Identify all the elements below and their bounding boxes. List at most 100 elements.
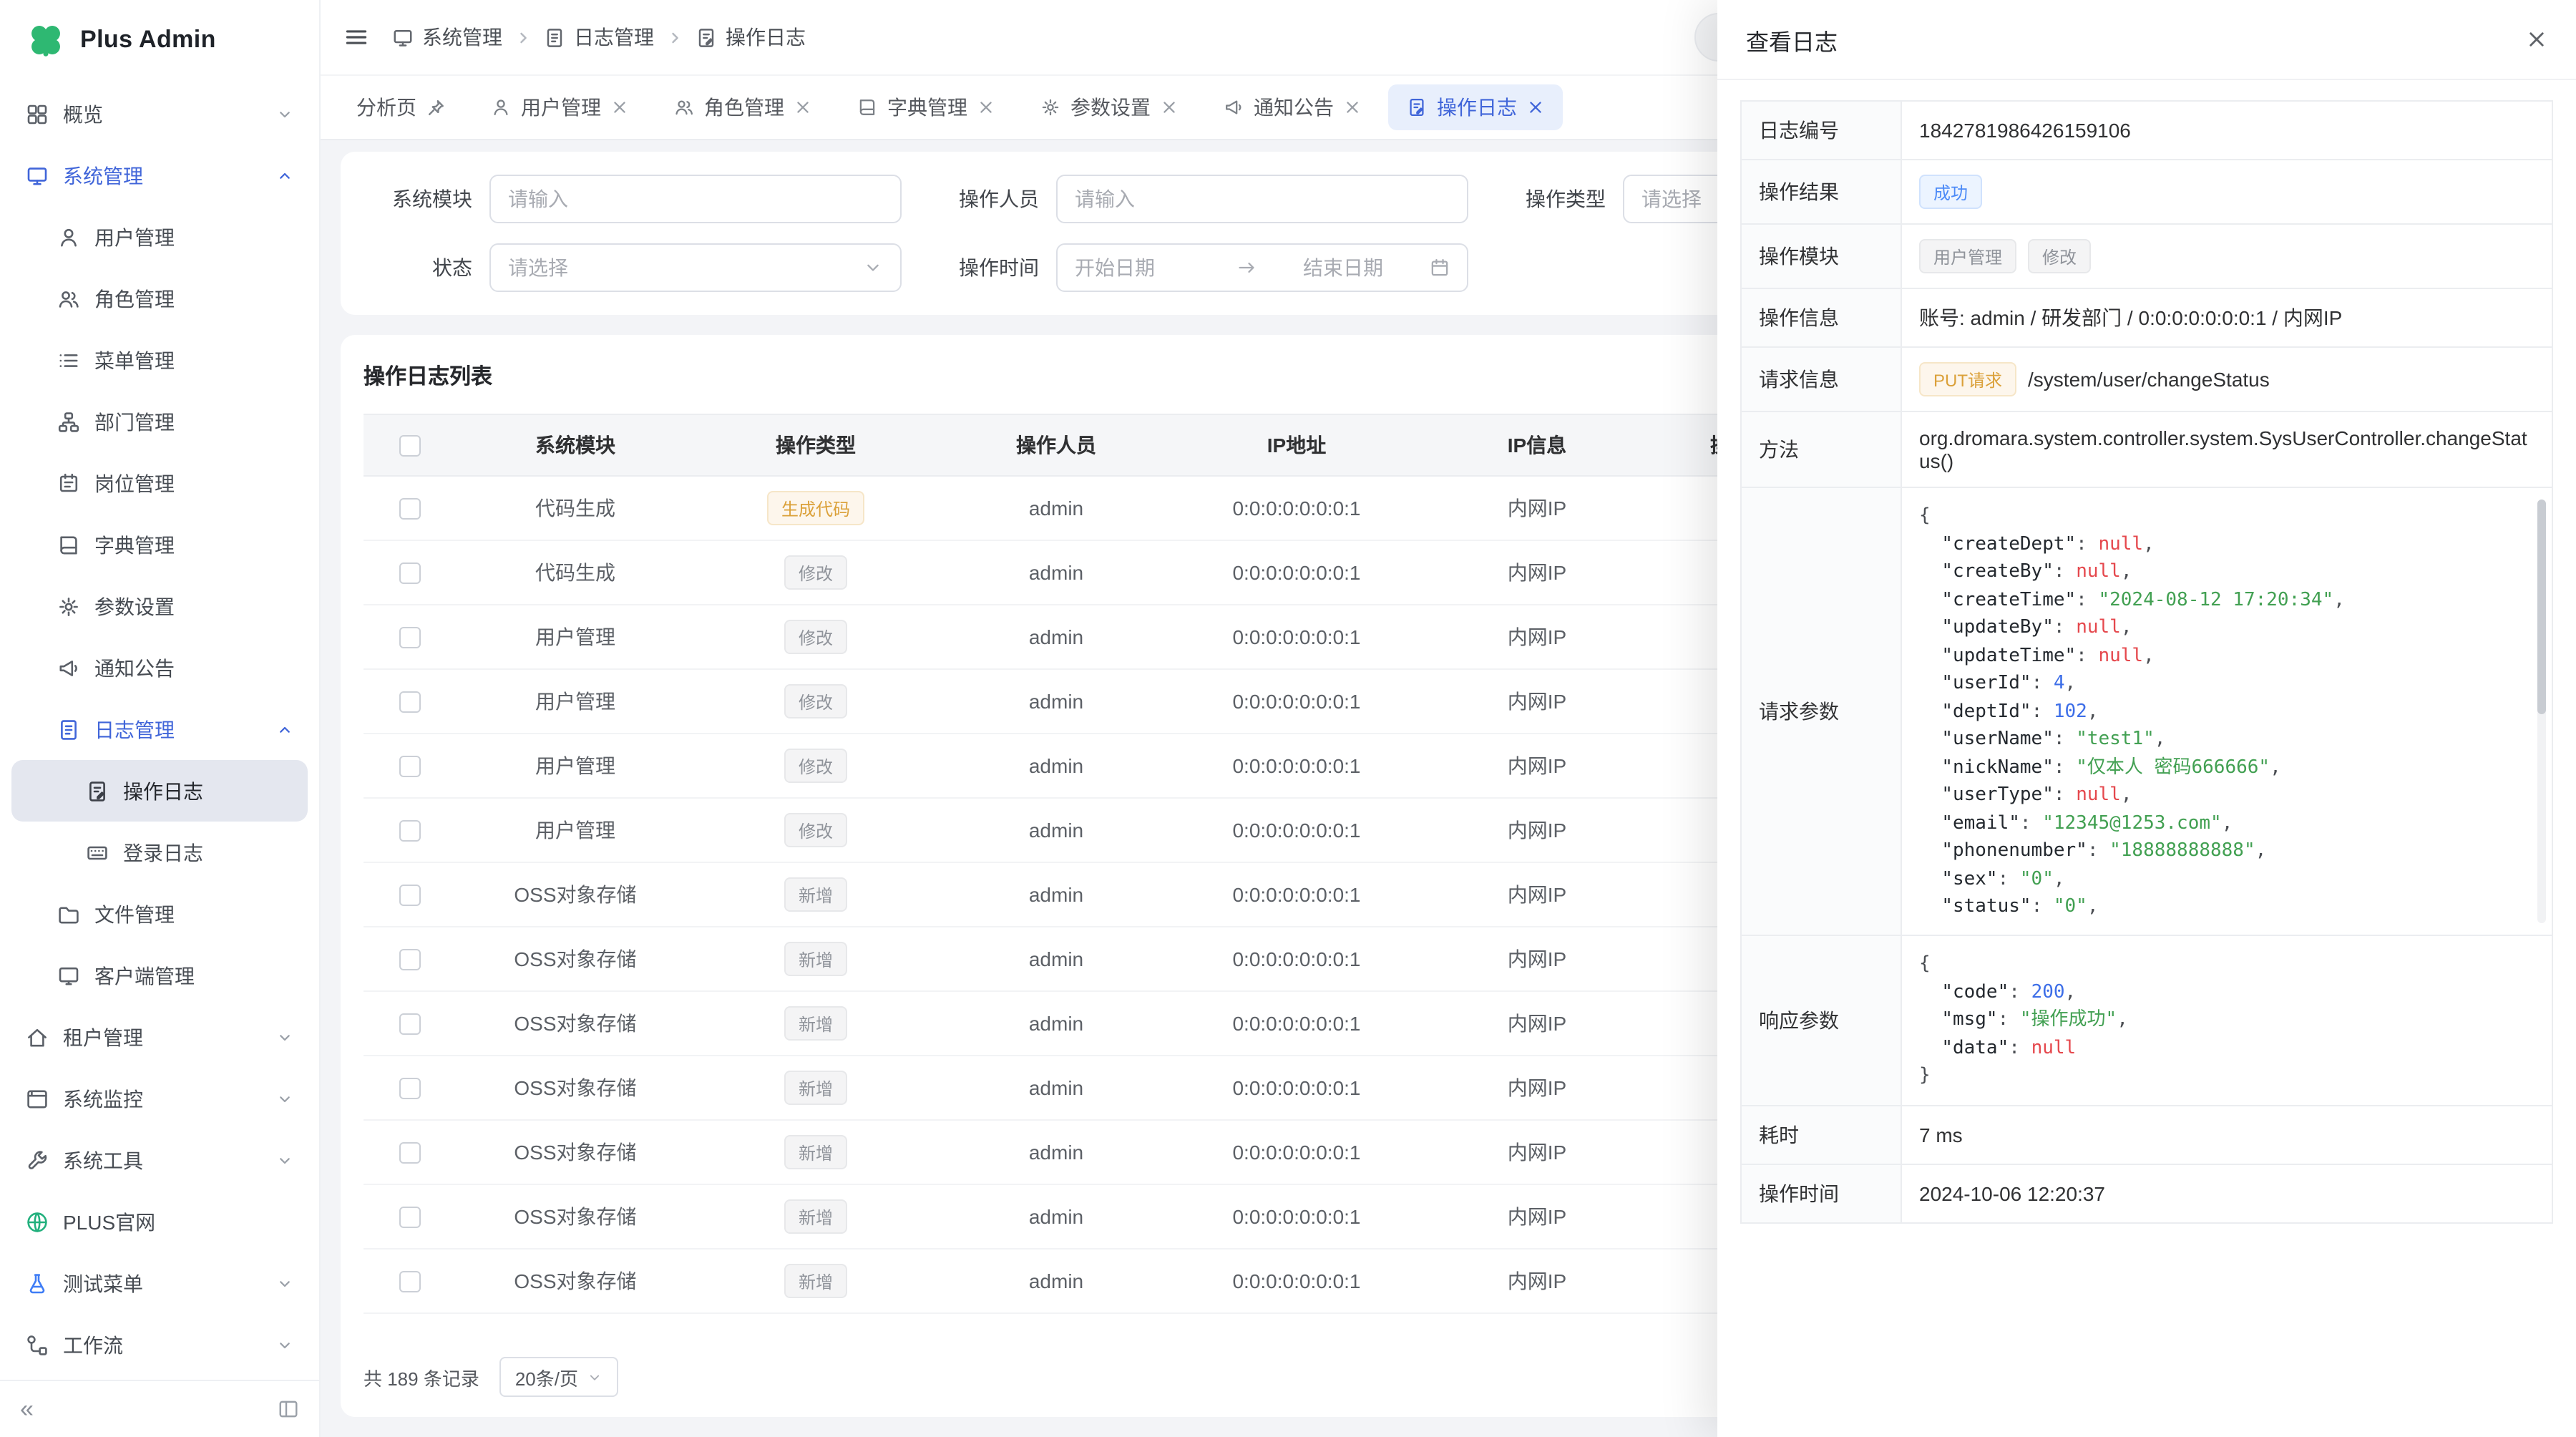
select-placeholder: 请选择 — [508, 253, 852, 282]
sidebar-item-login-log[interactable]: 登录日志 — [11, 822, 308, 883]
response-params-code-block[interactable]: { "code": 200, "msg": "操作成功", "data": nu… — [1919, 950, 2534, 1090]
doc-icon — [57, 718, 80, 741]
close-drawer-button[interactable] — [2526, 29, 2547, 50]
doc-edit-icon — [1407, 97, 1427, 117]
sidebar-item-notice[interactable]: 通知公告 — [11, 637, 308, 698]
operator-input-field[interactable] — [1075, 187, 1450, 210]
row-checkbox-cell — [364, 477, 455, 540]
collapse-sidebar-button[interactable]: « — [20, 1397, 34, 1421]
cell-operator: admin — [936, 605, 1176, 668]
sidebar-item-label: 测试菜单 — [63, 1269, 143, 1297]
close-tab-icon[interactable] — [1161, 99, 1178, 116]
row-checkbox[interactable] — [399, 1270, 420, 1292]
status-select[interactable]: 请选择 — [489, 243, 902, 292]
sidebar-item-operation-log[interactable]: 操作日志 — [11, 760, 308, 822]
cell-module: 用户管理 — [455, 799, 696, 862]
row-checkbox-cell — [364, 799, 455, 862]
sidebar-item-dept-mgmt[interactable]: 部门管理 — [11, 391, 308, 452]
drawer-body: 日志编号1842781986426159106操作结果成功操作模块用户管理修改操… — [1717, 80, 2576, 1243]
select-all-checkbox[interactable] — [399, 434, 420, 456]
cell-action: 新增 — [696, 1056, 936, 1119]
row-checkbox-cell — [364, 927, 455, 990]
detail-row-response-params: 响应参数{ "code": 200, "msg": "操作成功", "data"… — [1742, 936, 2552, 1106]
tab-user-mgmt[interactable]: 用户管理 — [472, 84, 647, 130]
sidebar-item-tenant-mgmt[interactable]: 租户管理 — [11, 1006, 308, 1068]
sidebar-item-client-mgmt[interactable]: 客户端管理 — [11, 945, 308, 1006]
operation-time-range-picker[interactable]: 开始日期结束日期 — [1056, 243, 1468, 292]
close-tab-icon[interactable] — [1344, 99, 1361, 116]
cell-action: 新增 — [696, 863, 936, 926]
app-logo[interactable]: Plus Admin — [0, 0, 319, 80]
cell-module: OSS对象存储 — [455, 863, 696, 926]
scrollbar-thumb[interactable] — [2537, 500, 2546, 714]
row-checkbox[interactable] — [399, 1013, 420, 1034]
pin-icon[interactable] — [426, 98, 445, 117]
breadcrumb-item-operation-log[interactable]: 操作日志 — [696, 23, 806, 52]
sidebar-item-plus-website[interactable]: PLUS官网 — [11, 1191, 308, 1252]
action-badge: 新增 — [784, 942, 847, 976]
sidebar-item-dict-mgmt[interactable]: 字典管理 — [11, 514, 308, 575]
detail-row-info: 操作信息账号: admin / 研发部门 / 0:0:0:0:0:0:0:1 /… — [1742, 289, 2552, 348]
row-checkbox[interactable] — [399, 626, 420, 648]
tab-param-settings[interactable]: 参数设置 — [1022, 84, 1196, 130]
sidebar-item-user-mgmt[interactable]: 用户管理 — [11, 206, 308, 268]
sidebar-item-role-mgmt[interactable]: 角色管理 — [11, 268, 308, 329]
cell-ip: 0:0:0:0:0:0:0:1 — [1176, 1121, 1417, 1184]
row-checkbox[interactable] — [399, 691, 420, 712]
detail-row-module: 操作模块用户管理修改 — [1742, 225, 2552, 289]
action-badge: 修改 — [784, 620, 847, 654]
detail-label-module: 操作模块 — [1742, 225, 1902, 288]
row-checkbox[interactable] — [399, 755, 420, 776]
sidebar-item-test-menu[interactable]: 测试菜单 — [11, 1252, 308, 1314]
sidebar-item-label: 通知公告 — [94, 653, 175, 682]
breadcrumb-item-system-mgmt[interactable]: 系统管理 — [392, 23, 502, 52]
range-start-placeholder: 开始日期 — [1075, 253, 1225, 282]
row-checkbox[interactable] — [399, 562, 420, 583]
cell-action: 修改 — [696, 734, 936, 797]
sidebar-item-label: 部门管理 — [94, 407, 175, 436]
close-tab-icon[interactable] — [977, 99, 995, 116]
sidebar-item-system-tools[interactable]: 系统工具 — [11, 1129, 308, 1191]
tab-role-mgmt[interactable]: 角色管理 — [655, 84, 830, 130]
row-checkbox[interactable] — [399, 1141, 420, 1163]
row-checkbox[interactable] — [399, 819, 420, 841]
sidebar-item-system-mgmt[interactable]: 系统管理 — [11, 145, 308, 206]
breadcrumb-item-log-mgmt[interactable]: 日志管理 — [544, 23, 654, 52]
sidebar-item-overview[interactable]: 概览 — [11, 83, 308, 145]
row-checkbox[interactable] — [399, 1206, 420, 1227]
system-module-input-field[interactable] — [508, 187, 883, 210]
hamburger-menu-button[interactable] — [343, 24, 369, 50]
request-params-code-block[interactable]: { "createDept": null, "createBy": null, … — [1919, 502, 2534, 920]
pin-panel-icon[interactable] — [278, 1398, 299, 1420]
tab-dict-mgmt[interactable]: 字典管理 — [839, 84, 1013, 130]
display-icon — [26, 1087, 49, 1110]
close-tab-icon[interactable] — [1527, 99, 1544, 116]
sidebar-item-workflow[interactable]: 工作流 — [11, 1314, 308, 1375]
sidebar-item-menu-mgmt[interactable]: 菜单管理 — [11, 329, 308, 391]
row-checkbox[interactable] — [399, 948, 420, 970]
chevron-right-icon — [515, 29, 531, 45]
tab-analysis[interactable]: 分析页 — [338, 84, 464, 130]
close-tab-icon[interactable] — [611, 99, 628, 116]
code-scrollbar[interactable] — [2537, 500, 2546, 923]
row-checkbox[interactable] — [399, 1077, 420, 1099]
cell-ip: 0:0:0:0:0:0:0:1 — [1176, 1250, 1417, 1312]
sidebar-item-log-mgmt[interactable]: 日志管理 — [11, 698, 308, 760]
sidebar-item-file-mgmt[interactable]: 文件管理 — [11, 883, 308, 945]
detail-value-log-id: 1842781986426159106 — [1919, 119, 2131, 142]
sidebar-item-param-settings[interactable]: 参数设置 — [11, 575, 308, 637]
page-size-select[interactable]: 20条/页 — [499, 1357, 618, 1397]
operator-input[interactable] — [1056, 175, 1468, 223]
tab-operation-log[interactable]: 操作日志 — [1388, 84, 1563, 130]
row-checkbox[interactable] — [399, 884, 420, 905]
row-checkbox[interactable] — [399, 497, 420, 519]
sidebar-item-system-monitor[interactable]: 系统监控 — [11, 1068, 308, 1129]
tab-notice[interactable]: 通知公告 — [1205, 84, 1380, 130]
globe-icon — [26, 1210, 49, 1233]
sidebar-item-label: 系统工具 — [63, 1146, 143, 1174]
system-module-input[interactable] — [489, 175, 902, 223]
close-tab-icon[interactable] — [794, 99, 811, 116]
sidebar-item-post-mgmt[interactable]: 岗位管理 — [11, 452, 308, 514]
drawer-header: 查看日志 — [1717, 0, 2576, 80]
sidebar-item-label: 系统监控 — [63, 1084, 143, 1113]
